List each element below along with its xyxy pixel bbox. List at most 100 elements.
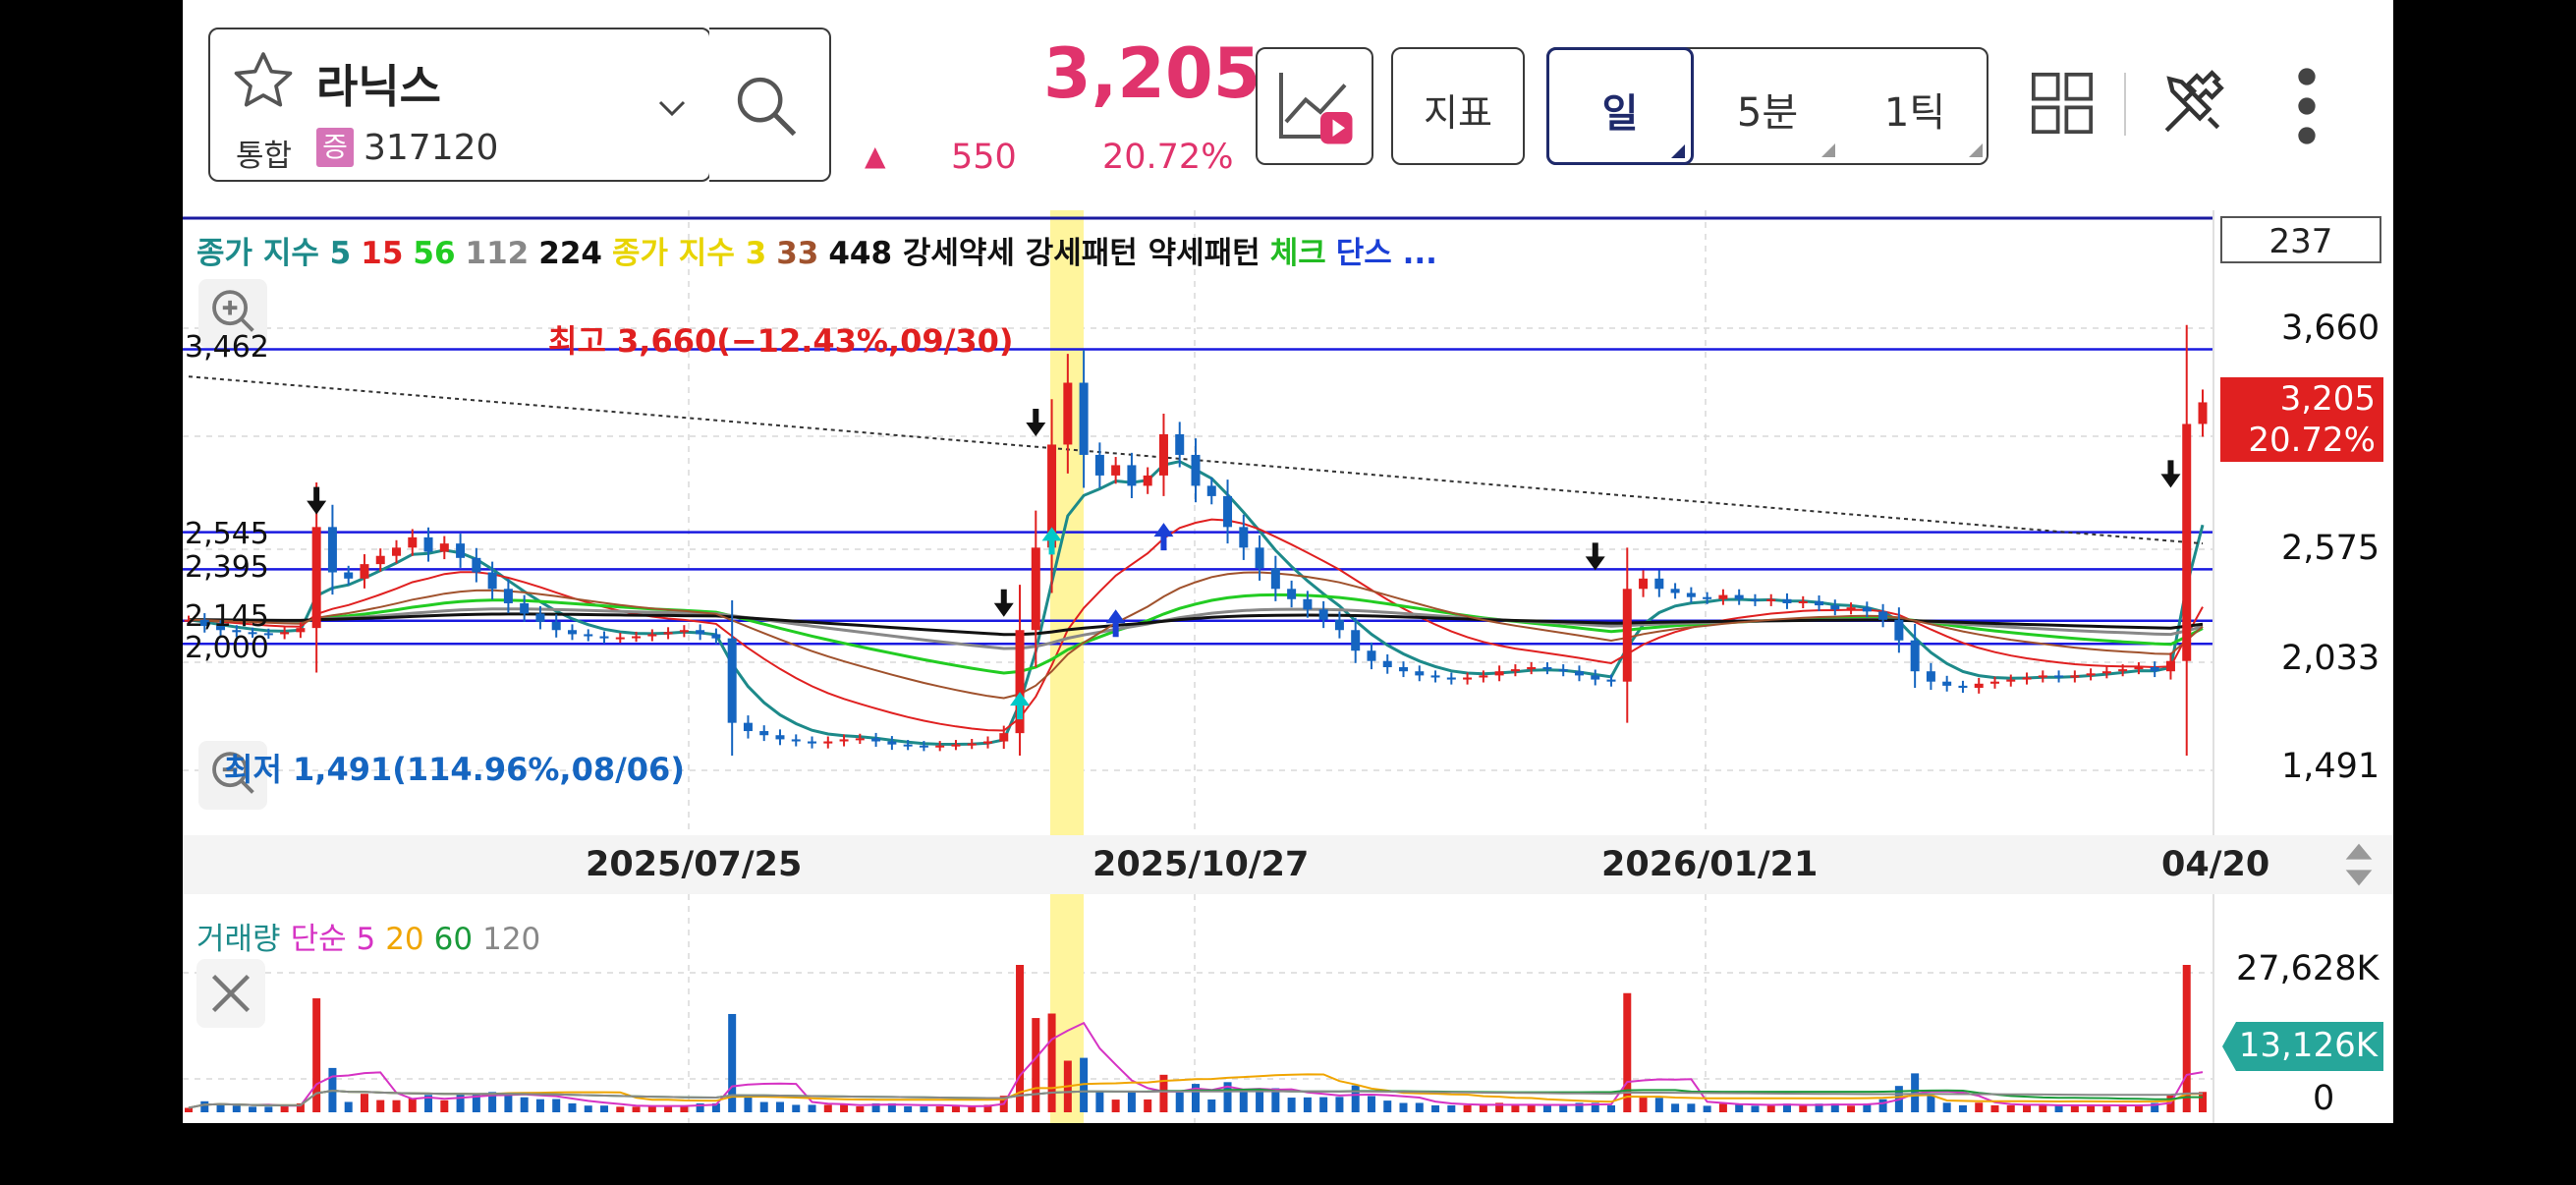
close-icon[interactable] [196, 959, 265, 1028]
volume-bar [1287, 1098, 1296, 1112]
candle-body [327, 527, 337, 573]
candle-body [1270, 568, 1280, 590]
volume-bar [2134, 1104, 2143, 1112]
resize-arrows-icon[interactable] [2342, 841, 2376, 888]
volume-bar [200, 1100, 209, 1112]
tab-1tick[interactable]: 1틱 [1841, 49, 1988, 163]
candle-body [1223, 495, 1233, 528]
volume-bar [280, 1105, 289, 1112]
candle-body [1287, 589, 1297, 599]
star-icon[interactable] [230, 47, 297, 114]
candle-body [823, 741, 833, 744]
y-axis-label: 2,575 [2281, 529, 2380, 568]
volume-bar [616, 1106, 625, 1112]
candle-body [871, 738, 881, 742]
volume-bar [920, 1105, 928, 1112]
tools-icon[interactable] [2157, 67, 2230, 140]
tab-5min[interactable]: 5분 [1694, 49, 1841, 163]
volume-bar [264, 1106, 273, 1112]
volume-bar [535, 1099, 544, 1112]
candle-body [1926, 671, 1935, 682]
candle-body [1798, 600, 1808, 603]
candle-body [2198, 402, 2208, 424]
candle-body [599, 636, 609, 639]
candle-body [1654, 578, 1664, 590]
volume-axis-label: 0 [2313, 1079, 2335, 1118]
count-box[interactable]: 237 [2220, 216, 2381, 263]
candle-body [647, 634, 657, 637]
candle-body [1718, 594, 1728, 599]
y-axis-label: 3,660 [2281, 309, 2380, 348]
volume-bar [1751, 1105, 1760, 1112]
tab-day[interactable]: 일 [1546, 47, 1694, 165]
x-axis-bar[interactable]: 2025/07/25 2025/10/27 2026/01/21 04/20 [183, 835, 2393, 894]
volume-bar [2102, 1104, 2111, 1112]
candle-body [1894, 619, 1904, 641]
legend-item: 거래량 [196, 922, 281, 957]
price-chart[interactable] [183, 210, 2393, 835]
left-level-label: 2,000 [185, 631, 269, 665]
candle-body [1031, 547, 1040, 631]
candle-body [839, 739, 849, 742]
high-annotation: 최고 3,660(−12.43%,09/30) [548, 322, 1014, 360]
volume-area-border [2212, 894, 2214, 1123]
indicator-button[interactable]: 지표 [1391, 47, 1525, 165]
stock-selector[interactable]: 라닉스 통합 증 317120 [208, 28, 711, 182]
volume-bar [2182, 965, 2191, 1112]
candle-body [2150, 667, 2159, 672]
volume-bar [1671, 1103, 1680, 1112]
candle-body [759, 731, 769, 736]
chevron-down-icon[interactable] [654, 90, 690, 126]
legend-item: 120 [482, 922, 541, 957]
legend-item: 단스 ... [1335, 236, 1437, 271]
volume-bar [1175, 1092, 1184, 1112]
more-vert-icon[interactable] [2295, 67, 2319, 145]
candle-body [1958, 685, 1968, 688]
volume-bar [2039, 1104, 2047, 1112]
volume-bar [1703, 1105, 1711, 1112]
price-legend[interactable]: 종가 지수 5 15 56 112 224 종가 지수 3 33 448 강세약세 강세패턴 … [196, 228, 1447, 272]
volume-bar [1367, 1096, 1375, 1112]
candle-body [1782, 598, 1792, 603]
candle-body [1063, 382, 1073, 445]
volume-bar [1032, 1018, 1040, 1112]
left-level-label: 2,145 [185, 599, 269, 634]
volume-bar [1607, 1104, 1616, 1112]
legend-item: 60 [433, 922, 474, 957]
candle-body [1734, 594, 1744, 599]
legend-item: 224 [538, 236, 602, 271]
volume-bar [1399, 1102, 1408, 1112]
chart-video-button[interactable] [1256, 47, 1373, 165]
candle-body [615, 637, 625, 640]
tab-corner-mark [1671, 144, 1685, 158]
volume-bar [1111, 1100, 1120, 1112]
candle-body [1989, 681, 1999, 684]
candle-body [919, 745, 928, 748]
volume-bar [1687, 1103, 1696, 1112]
volume-bar [552, 1099, 561, 1112]
layout-grid-icon[interactable] [2028, 69, 2097, 138]
volume-bar [568, 1102, 577, 1112]
volume-bar [1431, 1104, 1440, 1112]
candle-body [2101, 671, 2111, 674]
volume-bar [2087, 1104, 2096, 1112]
search-button[interactable] [709, 28, 831, 182]
candle-body [1542, 667, 1552, 670]
candle-body [855, 738, 865, 741]
volume-bar [1383, 1100, 1392, 1112]
candle-body [711, 634, 721, 639]
volume-bar [935, 1105, 944, 1112]
volume-bar [1718, 1103, 1727, 1112]
candle-body [392, 547, 402, 556]
volume-legend[interactable]: 거래량 단순 5 20 60 120 [196, 914, 550, 958]
volume-bar [1654, 1098, 1663, 1112]
volume-bar [1335, 1097, 1344, 1112]
tab-day-label: 일 [1601, 91, 1639, 137]
chart-play-icon [1279, 73, 1353, 144]
stock-name: 라닉스 [316, 60, 441, 113]
candle-body [808, 741, 817, 744]
candle-body [311, 527, 321, 629]
legend-item: 56 [413, 236, 456, 271]
volume-bar [1127, 1091, 1136, 1112]
candle-body [663, 632, 673, 635]
